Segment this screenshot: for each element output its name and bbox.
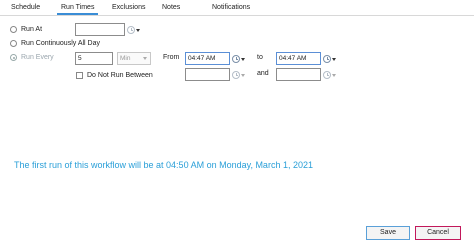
from-label: From [163,54,180,61]
run-at-label: Run At [21,26,43,33]
do-not-run-between-label: Do Not Run Between [87,72,153,79]
run-every-unit-select[interactable]: Min [117,52,151,65]
to-label: to [257,54,263,61]
chevron-down-icon[interactable] [332,74,336,77]
tab-notes[interactable]: Notes [162,4,180,11]
run-at-radio[interactable] [10,26,17,33]
run-every-label: Run Every [21,54,54,61]
and-label: and [257,70,269,77]
do-not-run-end-input[interactable] [276,68,321,81]
run-every-radio[interactable] [10,54,17,61]
tab-exclusions[interactable]: Exclusions [112,4,145,11]
unit-select-value: Min [120,55,131,62]
tab-run-times[interactable]: Run Times [56,4,100,15]
clock-icon[interactable] [323,71,331,79]
chevron-down-icon[interactable] [241,74,245,77]
save-button[interactable]: Save [366,226,410,240]
run-continuously-label: Run Continuously All Day [21,40,100,47]
run-continuously-radio[interactable] [10,40,17,47]
clock-icon[interactable] [232,71,240,79]
tab-schedule[interactable]: Schedule [11,4,40,11]
do-not-run-between-checkbox[interactable] [76,72,83,79]
do-not-run-start-input[interactable] [185,68,230,81]
run-every-interval-input[interactable]: 5 [75,52,113,65]
to-time-input[interactable]: 04:47 AM [276,52,321,65]
clock-icon[interactable] [127,26,135,34]
from-time-input[interactable]: 04:47 AM [185,52,230,65]
clock-icon[interactable] [323,55,331,63]
chevron-down-icon[interactable] [332,58,336,61]
run-at-time-input[interactable] [75,23,125,36]
chevron-down-icon [143,57,147,60]
tab-bar: Schedule Run Times Exclusions Notes Noti… [0,0,474,16]
clock-icon[interactable] [232,55,240,63]
chevron-down-icon[interactable] [241,58,245,61]
first-run-message: The first run of this workflow will be a… [14,160,313,170]
cancel-button[interactable]: Cancel [415,226,461,240]
tab-notifications[interactable]: Notifications [212,4,250,11]
chevron-down-icon[interactable] [136,29,140,32]
